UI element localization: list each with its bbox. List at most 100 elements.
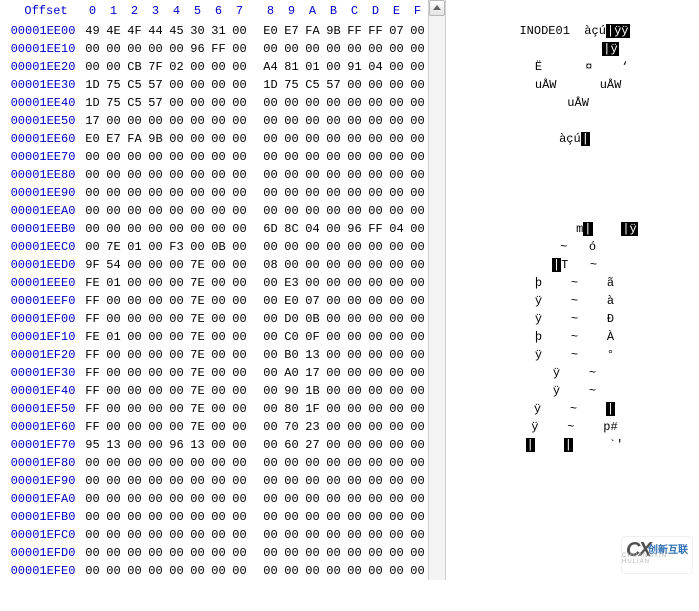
hex-cell[interactable]: 00	[407, 382, 429, 400]
hex-cell[interactable]: 00	[365, 526, 386, 544]
hex-cell[interactable]: 7E	[187, 382, 208, 400]
scrollbar-track[interactable]	[429, 166, 446, 184]
hex-cell[interactable]: 00	[302, 544, 323, 562]
hex-cell[interactable]: 00	[281, 202, 302, 220]
hex-cell[interactable]: 00	[386, 436, 407, 454]
hex-cell[interactable]: 00	[208, 184, 229, 202]
hex-cell[interactable]: 00	[365, 562, 386, 580]
hex-cell[interactable]: 00	[344, 310, 365, 328]
hex-cell[interactable]: 00	[323, 400, 344, 418]
hex-cell[interactable]: 00	[124, 400, 145, 418]
hex-cell[interactable]: 00	[103, 202, 124, 220]
hex-cell[interactable]: 00	[145, 508, 166, 526]
hex-cell[interactable]: 00	[229, 562, 250, 580]
hex-cell[interactable]: 00	[187, 130, 208, 148]
hex-cell[interactable]: 00	[124, 382, 145, 400]
hex-cell[interactable]: 00	[187, 220, 208, 238]
hex-row[interactable]: 00001EF10FE010000007E000000C00F000000000…	[0, 328, 699, 346]
hex-cell[interactable]: 00	[386, 76, 407, 94]
hex-cell[interactable]: 00	[365, 130, 386, 148]
hex-cell[interactable]: 00	[145, 184, 166, 202]
hex-cell[interactable]: 00	[302, 148, 323, 166]
hex-cell[interactable]: 00	[260, 202, 281, 220]
hex-cell[interactable]: 01	[124, 238, 145, 256]
hex-cell[interactable]: 00	[302, 94, 323, 112]
hex-cell[interactable]: 00	[187, 94, 208, 112]
hex-cell[interactable]: 00	[229, 292, 250, 310]
hex-row[interactable]: 00001EFC00000000000000000000000000000000…	[0, 526, 699, 544]
hex-cell[interactable]: FF	[365, 220, 386, 238]
hex-cell[interactable]: 0B	[302, 310, 323, 328]
hex-cell[interactable]: 00	[229, 418, 250, 436]
hex-cell[interactable]: 00	[82, 184, 103, 202]
hex-cell[interactable]: 00	[302, 40, 323, 58]
hex-cell[interactable]: 00	[323, 472, 344, 490]
hex-cell[interactable]: 00	[82, 58, 103, 76]
hex-cell[interactable]: 00	[407, 310, 429, 328]
hex-cell[interactable]: 00	[208, 418, 229, 436]
hex-cell[interactable]: E0	[281, 292, 302, 310]
hex-cell[interactable]: 00	[229, 346, 250, 364]
hex-cell[interactable]: 00	[124, 202, 145, 220]
hex-cell[interactable]: 00	[323, 166, 344, 184]
hex-cell[interactable]: 57	[145, 94, 166, 112]
hex-cell[interactable]: 00	[302, 184, 323, 202]
scrollbar-track[interactable]	[429, 454, 446, 472]
hex-row[interactable]: 00001EE900000000000000000000000000000000…	[0, 184, 699, 202]
hex-cell[interactable]: 00	[166, 400, 187, 418]
hex-cell[interactable]: 00	[260, 40, 281, 58]
hex-cell[interactable]: 00	[407, 562, 429, 580]
hex-cell[interactable]: 00	[166, 490, 187, 508]
hex-cell[interactable]: 00	[166, 256, 187, 274]
hex-row[interactable]: 00001EED09F540000007E0000080000000000000…	[0, 256, 699, 274]
hex-cell[interactable]: 00	[407, 148, 429, 166]
hex-row[interactable]: 00001EE401D75C55700000000000000000000000…	[0, 94, 699, 112]
hex-cell[interactable]: 00	[407, 238, 429, 256]
hex-cell[interactable]: 00	[124, 472, 145, 490]
hex-cell[interactable]: 00	[365, 238, 386, 256]
hex-cell[interactable]: 00	[260, 346, 281, 364]
scrollbar-track[interactable]	[429, 94, 446, 112]
hex-cell[interactable]: 00	[407, 544, 429, 562]
hex-cell[interactable]: 00	[344, 418, 365, 436]
hex-cell[interactable]: 00	[124, 166, 145, 184]
hex-cell[interactable]: 00	[386, 400, 407, 418]
hex-cell[interactable]: 00	[365, 436, 386, 454]
hex-cell[interactable]: 00	[407, 40, 429, 58]
scrollbar-track[interactable]	[429, 346, 446, 364]
hex-cell[interactable]: FF	[365, 22, 386, 40]
hex-cell[interactable]: 00	[145, 166, 166, 184]
hex-cell[interactable]: 00	[323, 274, 344, 292]
hex-cell[interactable]: 1F	[302, 400, 323, 418]
hex-cell[interactable]: 90	[281, 382, 302, 400]
hex-cell[interactable]: 00	[386, 292, 407, 310]
hex-cell[interactable]: 00	[145, 544, 166, 562]
scrollbar-track[interactable]	[429, 256, 446, 274]
hex-cell[interactable]: 00	[260, 562, 281, 580]
hex-cell[interactable]: 00	[145, 382, 166, 400]
hex-cell[interactable]: 00	[407, 130, 429, 148]
scrollbar-track[interactable]	[429, 40, 446, 58]
hex-cell[interactable]: 00	[166, 292, 187, 310]
hex-cell[interactable]: 00	[103, 418, 124, 436]
hex-row[interactable]: 00001EEB000000000000000006D8C040096FF040…	[0, 220, 699, 238]
hex-cell[interactable]: 00	[208, 310, 229, 328]
scrollbar-track[interactable]	[429, 328, 446, 346]
hex-cell[interactable]: 00	[344, 382, 365, 400]
hex-cell[interactable]: 13	[103, 436, 124, 454]
hex-cell[interactable]: 00	[145, 454, 166, 472]
hex-cell[interactable]: 00	[187, 76, 208, 94]
hex-cell[interactable]: 00	[302, 454, 323, 472]
hex-cell[interactable]: 00	[281, 238, 302, 256]
hex-cell[interactable]: 00	[365, 40, 386, 58]
hex-cell[interactable]: 00	[82, 166, 103, 184]
hex-cell[interactable]: 00	[323, 490, 344, 508]
hex-cell[interactable]: 27	[302, 436, 323, 454]
hex-cell[interactable]: 00	[365, 472, 386, 490]
hex-row[interactable]: 00001EF50FF000000007E000000801F000000000…	[0, 400, 699, 418]
hex-row[interactable]: 00001EE700000000000000000000000000000000…	[0, 148, 699, 166]
hex-cell[interactable]: 00	[344, 148, 365, 166]
hex-row[interactable]: 00001EFB00000000000000000000000000000000…	[0, 508, 699, 526]
hex-cell[interactable]: 00	[407, 346, 429, 364]
hex-cell[interactable]: 00	[365, 418, 386, 436]
